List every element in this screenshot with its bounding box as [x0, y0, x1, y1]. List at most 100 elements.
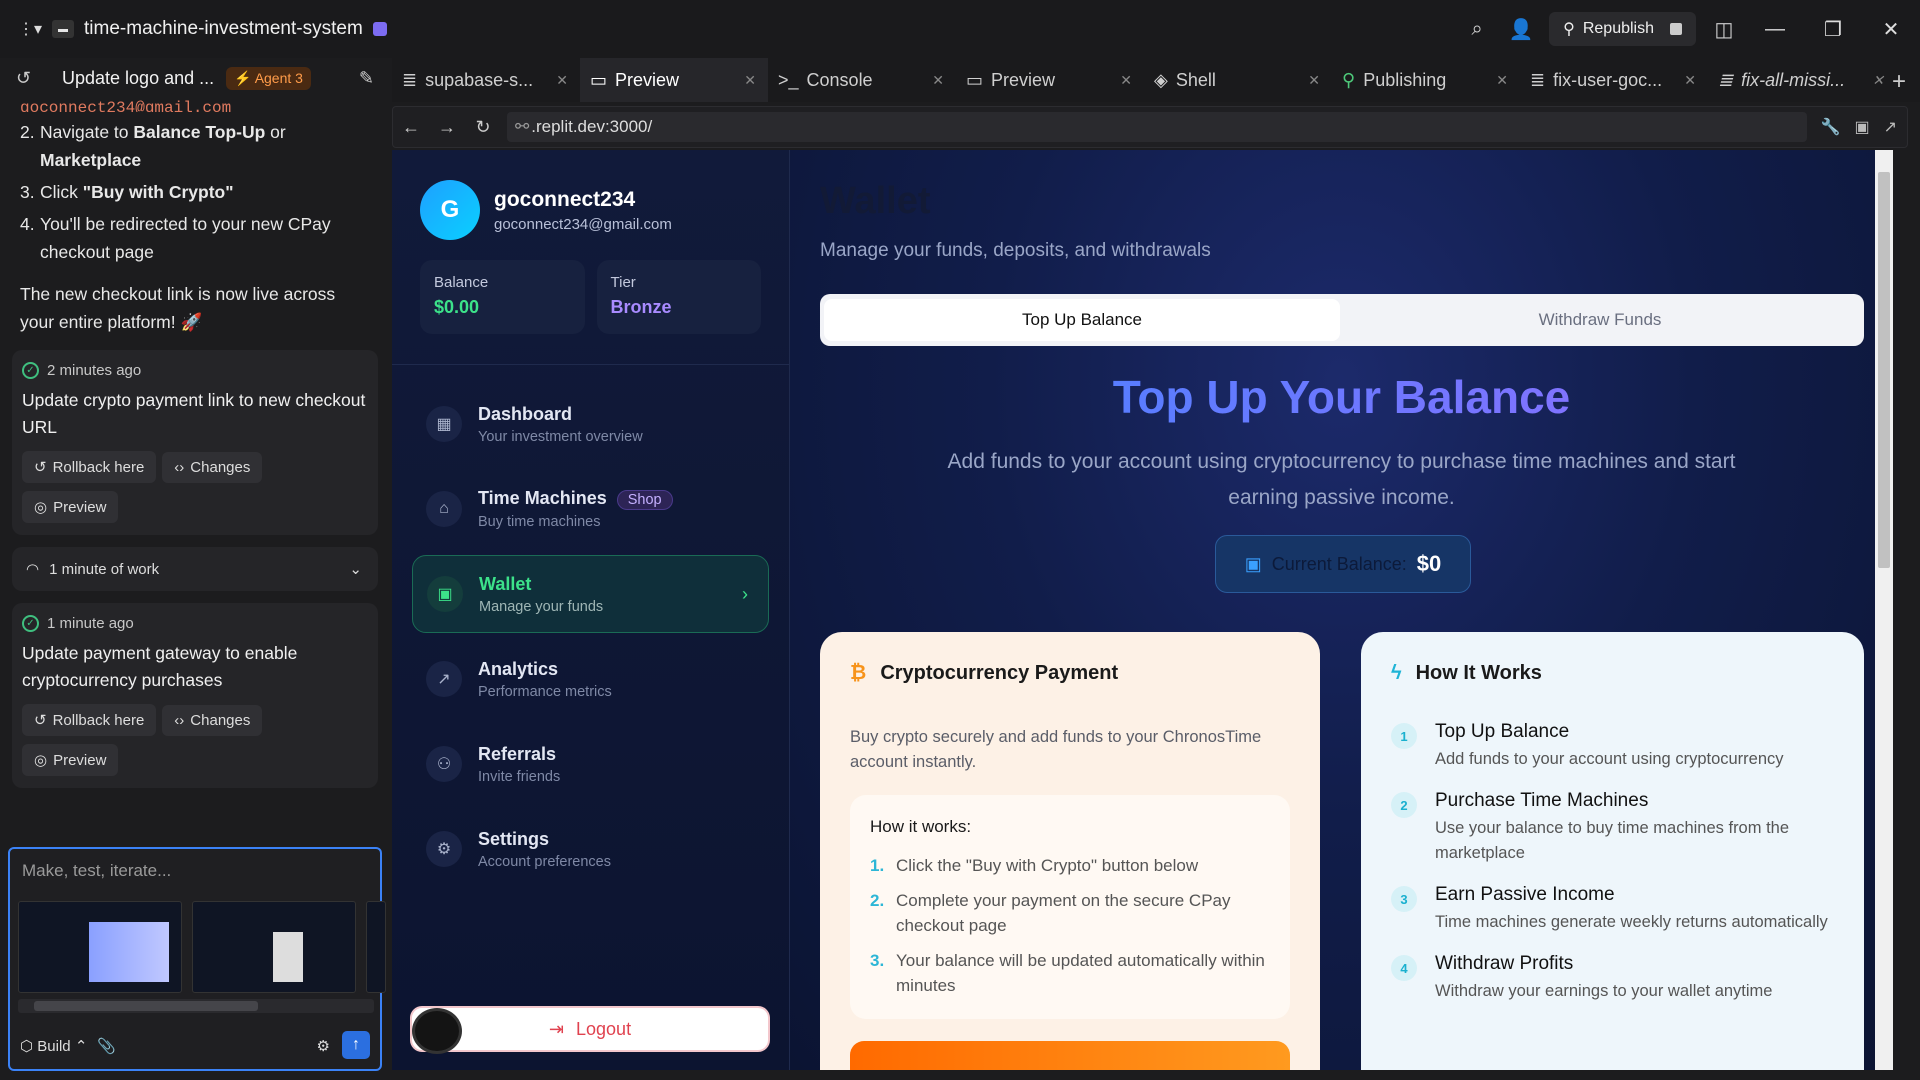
sidebar-item-time-machines[interactable]: ⌂ Time Machines Shop Buy time machines — [412, 470, 769, 548]
list-number: 1. — [870, 856, 885, 875]
project-name[interactable]: time-machine-investment-system — [84, 18, 363, 40]
menu-subtitle: Performance metrics — [478, 683, 612, 700]
close-tab-icon[interactable]: ✕ — [1496, 72, 1508, 89]
step-title: Withdraw Profits — [1435, 953, 1574, 974]
tier-label: Tier — [610, 274, 636, 291]
forward-icon[interactable]: → — [429, 117, 465, 138]
sidebar-item-wallet[interactable]: ▣ Wallet Manage your funds › — [412, 555, 769, 633]
step-number: 2 — [1391, 792, 1417, 818]
build-mode-button[interactable]: ⬡ Build ⌃ — [20, 1037, 87, 1055]
step-number: 3 — [1391, 886, 1417, 912]
tab-supabase[interactable]: ≣ supabase-s... ✕ — [392, 58, 580, 102]
tab-console[interactable]: >_ Console ✕ — [768, 58, 956, 102]
menu-title: Time Machines — [478, 488, 607, 508]
close-tab-icon[interactable]: ✕ — [556, 72, 568, 89]
prompt-input[interactable]: Make, test, iterate... — [10, 849, 380, 893]
preview-label: Preview — [53, 751, 107, 769]
buy-with-crypto-button[interactable] — [850, 1041, 1290, 1070]
changes-button[interactable]: ‹› Changes — [162, 452, 263, 483]
url-input[interactable]: ⚯ .replit.dev:3000/ — [507, 112, 1807, 142]
tab-preview-2[interactable]: ▭ Preview ✕ — [956, 58, 1144, 102]
sidebar-item-dashboard[interactable]: ▦ Dashboard Your investment overview — [412, 385, 769, 463]
thumbnail-scrollbar[interactable] — [18, 999, 374, 1013]
step-description: Add funds to your account using cryptocu… — [1435, 750, 1784, 768]
app-preview: G goconnect234 goconnect234@gmail.com Bal… — [392, 150, 1893, 1070]
minimize-icon[interactable]: — — [1746, 0, 1804, 58]
add-tab-icon[interactable]: + — [1892, 68, 1906, 96]
page-scrollbar[interactable] — [1875, 150, 1893, 1070]
page-title: Wallet — [820, 180, 931, 222]
tab-label: fix-user-goc... — [1553, 69, 1663, 90]
preview-button[interactable]: ◎ Preview — [22, 744, 119, 776]
agent-badge[interactable]: ⚡ Agent 3 — [226, 66, 311, 90]
republish-label: Republish — [1582, 20, 1654, 37]
screenshot-thumbnail[interactable] — [192, 901, 356, 993]
split-view-icon[interactable]: ◫ — [1702, 7, 1746, 51]
card-description: Buy crypto securely and add funds to you… — [850, 728, 1262, 771]
preview-button[interactable]: ◎ Preview — [22, 491, 119, 523]
card-title: Cryptocurrency Payment — [880, 662, 1119, 684]
close-tab-icon[interactable]: ✕ — [1120, 72, 1132, 89]
reload-icon[interactable]: ↻ — [465, 117, 501, 138]
closing-message: The new checkout link is now live across… — [20, 284, 336, 332]
step-description: Use your balance to buy time machines fr… — [1435, 819, 1790, 862]
screenshot-thumbnail[interactable] — [18, 901, 182, 993]
settings-sliders-icon[interactable]: ⚙ — [317, 1037, 330, 1055]
publish-icon: ⚲ — [1342, 69, 1356, 90]
checkmark-icon: ✓ — [22, 615, 39, 632]
close-tab-icon[interactable]: ✕ — [1684, 72, 1696, 89]
tab-preview[interactable]: ▭ Preview ✕ — [580, 58, 768, 102]
search-icon[interactable]: ⌕ — [1455, 7, 1499, 51]
close-tab-icon[interactable]: ✕ — [1872, 72, 1884, 89]
gear-icon: ⚙ — [426, 831, 462, 867]
tab-label: Shell — [1175, 69, 1216, 90]
logout-button[interactable]: ⇥ Logout — [410, 1006, 770, 1052]
close-tab-icon[interactable]: ✕ — [1308, 72, 1320, 89]
sidebar-item-referrals[interactable]: ⚇ Referrals Invite friends — [412, 725, 769, 803]
invite-user-icon[interactable]: 👤 — [1499, 7, 1543, 51]
chevron-down-icon: ⌄ — [349, 561, 362, 578]
tab-fix-user[interactable]: ≣ fix-user-goc... ✕ — [1520, 58, 1708, 102]
replit-logo-icon[interactable]: ⋮▾ — [18, 19, 42, 39]
tab-publishing[interactable]: ⚲ Publishing ✕ — [1332, 58, 1520, 102]
tab-label: Preview — [615, 69, 680, 90]
crypto-payment-card: ₿ Cryptocurrency Payment Buy crypto secur… — [820, 632, 1320, 1070]
step-text: Navigate to — [40, 122, 134, 142]
close-tab-icon[interactable]: ✕ — [744, 72, 756, 89]
tab-fix-all[interactable]: ≣ fix-all-missi... ✕ — [1708, 58, 1896, 102]
sidebar-item-settings[interactable]: ⚙ Settings Account preferences — [412, 810, 769, 888]
sidebar-menu: ▦ Dashboard Your investment overview ⌂ Time… — [392, 365, 789, 888]
tab-top-up[interactable]: Top Up Balance — [824, 299, 1340, 341]
app-sidebar: G goconnect234 goconnect234@gmail.com Bal… — [392, 150, 790, 1070]
scrollbar-thumb[interactable] — [34, 1001, 258, 1011]
tab-shell[interactable]: ◈ Shell ✕ — [1144, 58, 1332, 102]
devtools-icon[interactable]: 🔧 — [1821, 117, 1841, 137]
step-text: Click — [40, 182, 83, 202]
back-icon[interactable]: ← — [393, 117, 429, 138]
tab-withdraw[interactable]: Withdraw Funds — [1340, 310, 1860, 330]
scrollbar-thumb[interactable] — [1878, 172, 1890, 568]
close-window-icon[interactable]: ✕ — [1862, 0, 1920, 58]
screenshot-thumbnail[interactable] — [366, 901, 386, 993]
tab-label: Preview — [991, 69, 1056, 90]
maximize-icon[interactable]: ❐ — [1804, 0, 1862, 58]
floating-widget[interactable] — [412, 1008, 462, 1054]
sidebar-item-analytics[interactable]: ↗ Analytics Performance metrics — [412, 640, 769, 718]
republish-button[interactable]: ⚲ Republish — [1549, 12, 1696, 46]
rollback-button[interactable]: ↺ Rollback here — [22, 704, 157, 736]
rollback-button[interactable]: ↺ Rollback here — [22, 451, 157, 483]
attach-icon[interactable]: 📎 — [97, 1037, 116, 1055]
open-external-icon[interactable]: ↗ — [1884, 117, 1897, 137]
new-chat-icon[interactable]: ✎ — [359, 68, 374, 89]
step-number: 1 — [1391, 723, 1417, 749]
list-text: Complete your payment on the secure CPay… — [896, 891, 1231, 935]
work-summary[interactable]: ◠ 1 minute of work ⌄ — [12, 547, 378, 591]
changes-button[interactable]: ‹› Changes — [162, 705, 263, 736]
send-button[interactable]: ↑ — [342, 1031, 370, 1059]
close-tab-icon[interactable]: ✕ — [932, 72, 944, 89]
hero-title: Top Up Your Balance — [790, 370, 1893, 424]
preview-icon: ◎ — [34, 752, 48, 769]
history-icon[interactable]: ↺ — [16, 68, 31, 89]
devices-icon[interactable]: ▣ — [1854, 117, 1869, 137]
prompt-box[interactable]: Make, test, iterate... ⬡ Build ⌃ 📎 ⚙ ↑ — [8, 847, 386, 1071]
